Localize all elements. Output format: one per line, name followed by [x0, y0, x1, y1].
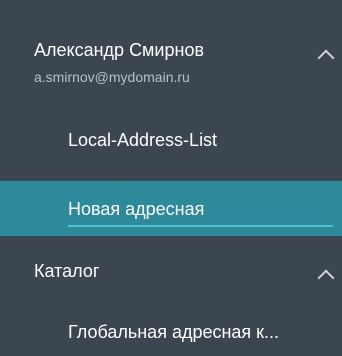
chevron-up-icon[interactable] [317, 49, 335, 67]
catalog-item-label: Глобальная адресная к... [68, 322, 280, 342]
catalog-item-global[interactable]: Глобальная адресная к... [0, 306, 342, 352]
selection-underline [68, 225, 333, 227]
account-header[interactable]: Александр Смирнов a.smirnov@mydomain.ru [0, 28, 342, 100]
account-email: a.smirnov@mydomain.ru [34, 69, 190, 85]
address-list-item-new[interactable]: Новая адресная [0, 181, 342, 236]
address-list-label: Local-Address-List [68, 130, 218, 150]
catalog-header[interactable]: Каталог [0, 248, 342, 296]
account-name: Александр Смирнов [34, 40, 205, 60]
address-book-sidebar: Александр Смирнов a.smirnov@mydomain.ru … [0, 0, 342, 356]
address-list-label: Новая адресная [68, 199, 205, 219]
address-list-item-local[interactable]: Local-Address-List [0, 118, 342, 164]
chevron-up-icon[interactable] [317, 269, 335, 287]
catalog-label: Каталог [34, 261, 100, 281]
